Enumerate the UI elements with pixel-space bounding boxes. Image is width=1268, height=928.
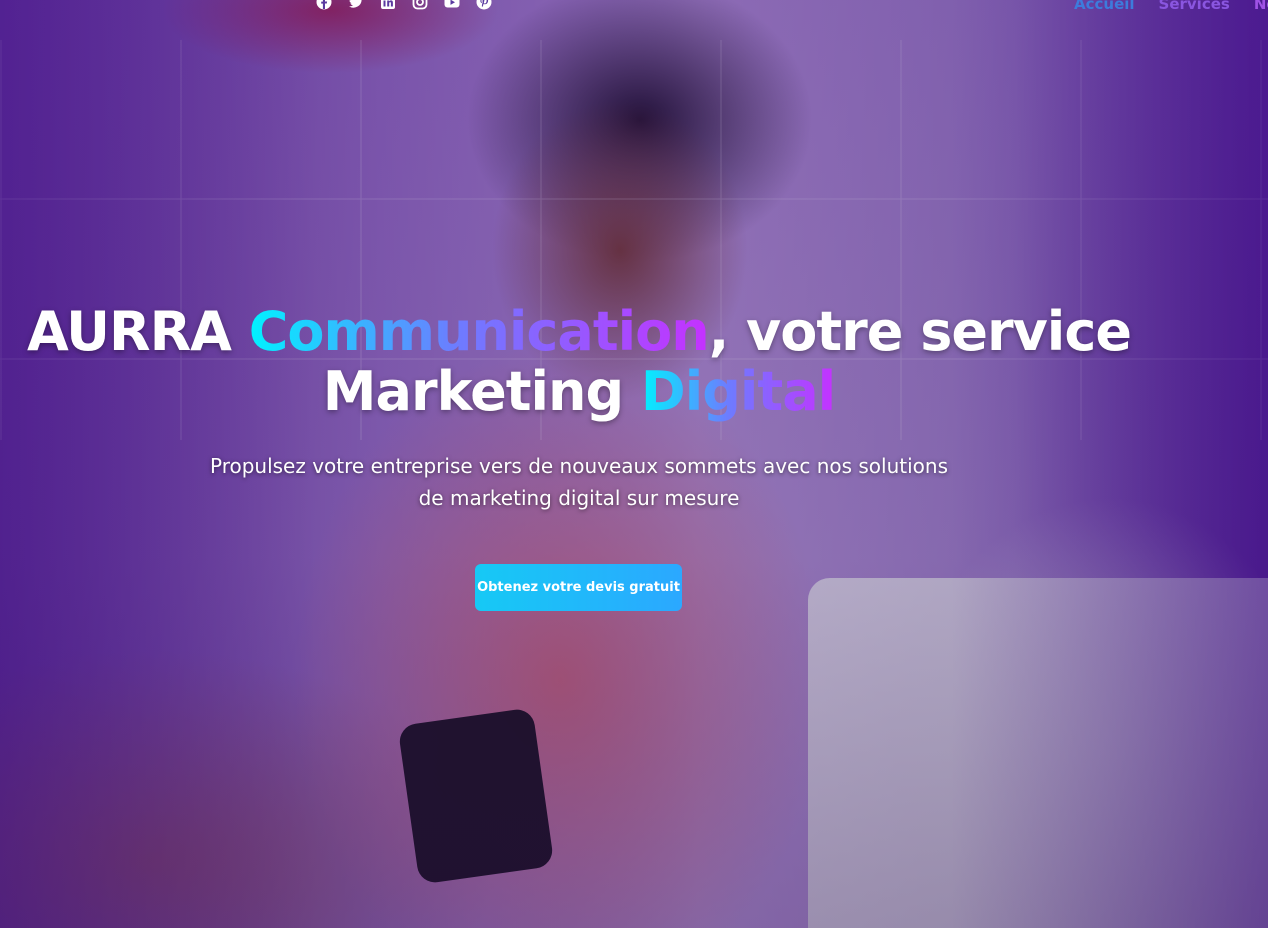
hero-section: Accueil Services Nos AURRA Communication… <box>0 0 1268 928</box>
social-links <box>316 0 492 10</box>
title-text-marketing: Marketing <box>322 360 641 423</box>
nav-item-accueil[interactable]: Accueil <box>1074 0 1135 14</box>
hero-title: AURRA Communication, votre service Marke… <box>0 302 1158 422</box>
free-quote-button[interactable]: Obtenez votre devis gratuit <box>475 564 682 611</box>
linkedin-icon[interactable] <box>380 0 396 10</box>
title-highlight-digital: Digital <box>640 360 836 423</box>
title-highlight-communication: Communication <box>248 300 710 363</box>
instagram-icon[interactable] <box>412 0 428 10</box>
nav-item-services[interactable]: Services <box>1159 0 1230 14</box>
title-text-votre-service: , votre service <box>708 300 1132 363</box>
nav-item-nos[interactable]: Nos <box>1254 0 1268 14</box>
facebook-icon[interactable] <box>316 0 332 10</box>
youtube-icon[interactable] <box>444 0 460 10</box>
main-nav: Accueil Services Nos <box>1074 0 1268 14</box>
hero-subtitle: Propulsez votre entreprise vers de nouve… <box>209 454 949 510</box>
title-text-aurra: AURRA <box>27 300 249 363</box>
pinterest-icon[interactable] <box>476 0 492 10</box>
twitter-icon[interactable] <box>348 0 364 10</box>
